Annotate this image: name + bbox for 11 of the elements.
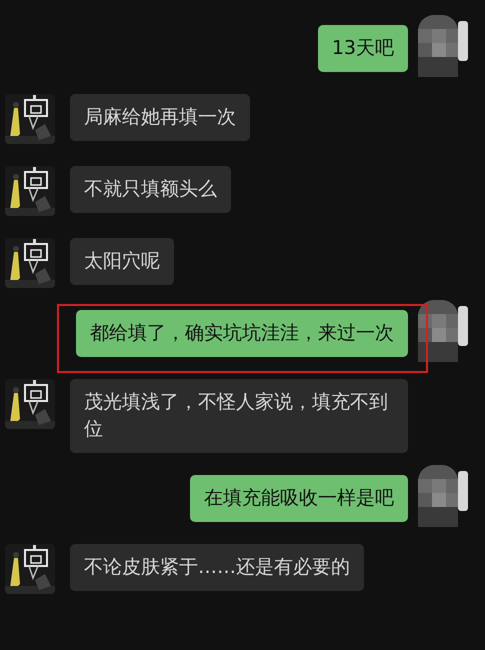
message-bubble: 不就只填额头么 xyxy=(70,166,231,213)
message-bubble: 13天吧 xyxy=(318,25,408,72)
pixelated-avatar-icon xyxy=(418,15,470,77)
message-bubble: 都给填了，确实坑坑洼洼，来过一次 xyxy=(76,310,408,357)
message-bubble: 茂光填浅了，不怪人家说，填充不到位 xyxy=(70,379,408,453)
pixelated-avatar-icon xyxy=(418,465,470,527)
message-bubble: 局麻给她再填一次 xyxy=(70,94,250,141)
message-bubble: 在填充能吸收一样是吧 xyxy=(190,475,408,522)
message-bubble: 不论皮肤紧于……还是有必要的 xyxy=(70,544,364,591)
pixelated-avatar-icon xyxy=(418,300,470,362)
message-bubble: 太阳穴呢 xyxy=(70,238,174,285)
